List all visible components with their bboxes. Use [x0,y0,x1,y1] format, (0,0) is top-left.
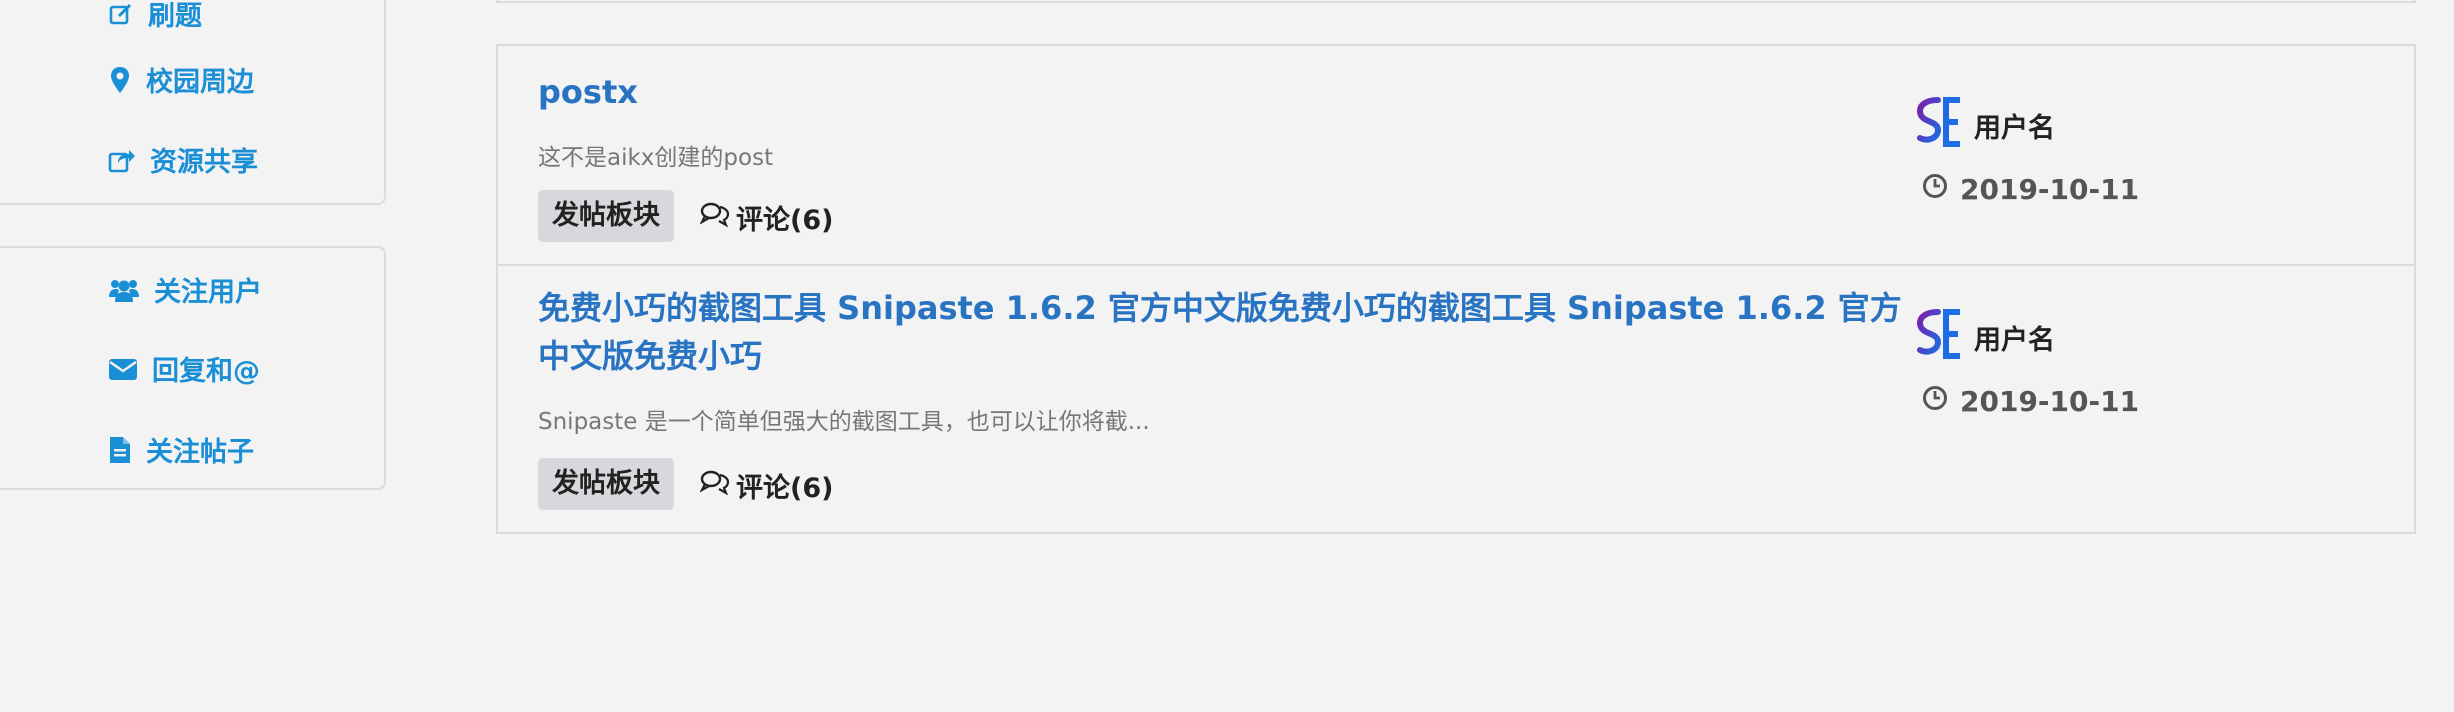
share-icon [108,147,136,173]
edit-icon [108,1,134,27]
post-date: 2019-10-11 [1922,385,2139,418]
post-author[interactable]: 用户名 [1916,308,2055,367]
sidebar-item-practice[interactable]: 刷题 [108,0,202,33]
post-date: 2019-10-11 [1922,173,2139,206]
comments-icon [699,469,730,502]
clock-icon [1922,385,1948,418]
author-name: 用户名 [1974,113,2055,144]
avatar [1916,308,1964,367]
sidebar-item-label: 资源共享 [150,147,258,178]
sidebar-item-label: 刷题 [148,1,202,32]
post-comments-link[interactable]: 评论(6) [699,466,834,505]
envelope-icon [108,357,138,381]
avatar [1916,96,1964,155]
sidebar-item-resources[interactable]: 资源共享 [108,140,258,179]
post-list: postx 这不是aikx创建的post 发帖板块 评论(6) 用户名 2019… [496,44,2416,534]
sidebar-item-replies[interactable]: 回复和@ [108,349,260,388]
comments-icon [699,201,730,234]
post-excerpt: Snipaste 是一个简单但强大的截图工具，也可以让你将截... [538,409,1150,435]
file-icon [108,436,132,464]
sidebar-item-label: 校园周边 [146,67,254,98]
date-text: 2019-10-11 [1960,385,2140,418]
post-title[interactable]: postx [538,68,1918,116]
post-excerpt: 这不是aikx创建的post [538,145,774,171]
post-author[interactable]: 用户名 [1916,96,2055,155]
sidebar-item-campus[interactable]: 校园周边 [108,60,254,99]
sidebar-item-label: 关注帖子 [146,437,254,468]
post-item: postx 这不是aikx创建的post 发帖板块 评论(6) 用户名 2019… [498,46,2414,266]
sidebar-item-label: 回复和@ [152,356,260,387]
map-marker-icon [108,66,132,94]
post-title[interactable]: 免费小巧的截图工具 Snipaste 1.6.2 官方中文版免费小巧的截图工具 … [538,284,1918,380]
sidebar-item-followed-posts[interactable]: 关注帖子 [108,430,254,469]
post-board-tag[interactable]: 发帖板块 [538,190,674,242]
post-item: 免费小巧的截图工具 Snipaste 1.6.2 官方中文版免费小巧的截图工具 … [498,266,2414,534]
post-comments-link[interactable]: 评论(6) [699,198,834,237]
previous-card-edge [496,0,2416,3]
sidebar-item-followed-users[interactable]: 关注用户 [108,270,262,309]
users-icon [108,277,140,303]
sidebar-card-discover: 刷题 校园周边 资源共享 [0,0,386,205]
clock-icon [1922,173,1948,206]
sidebar-item-label: 关注用户 [154,277,262,308]
post-board-tag[interactable]: 发帖板块 [538,458,674,510]
author-name: 用户名 [1974,325,2055,356]
sidebar-card-personal: 关注用户 回复和@ 关注帖子 [0,246,386,490]
comments-count: 评论(6) [736,473,834,504]
comments-count: 评论(6) [736,205,834,236]
date-text: 2019-10-11 [1960,173,2140,206]
